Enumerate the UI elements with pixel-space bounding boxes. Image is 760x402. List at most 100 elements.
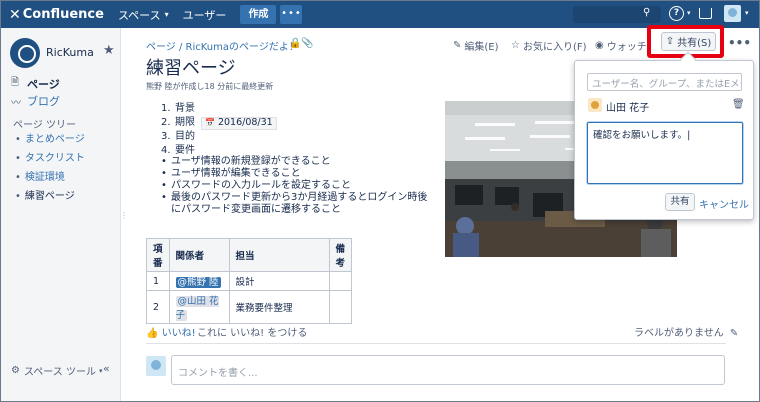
pencil-icon: ✎ — [453, 40, 462, 51]
table-cell: @熊野 陸 — [168, 271, 230, 291]
list-number: 1. — [161, 103, 171, 114]
confluence-logo[interactable]: ✕ Confluence — [9, 7, 104, 23]
favorite-label: お気に入り(F) — [522, 42, 587, 53]
trash-icon[interactable]: 🗑 — [732, 99, 745, 110]
edit-button[interactable]: ✎ 編集(E) — [453, 38, 499, 53]
sidebar-item-pages[interactable]: 🗎 ページ — [11, 75, 60, 92]
tree-item-current[interactable]: • 練習ページ — [15, 187, 75, 202]
tree-item[interactable]: • タスクリスト — [15, 149, 85, 164]
message-textarea[interactable]: 確認をお願いします。| — [587, 122, 743, 184]
calendar-icon: 📅 — [205, 118, 215, 127]
table-header: 関係者 — [168, 238, 230, 272]
bullet: • — [15, 153, 21, 164]
space-tools[interactable]: ⚙ スペース ツール ▾ — [11, 363, 102, 378]
list-item: パスワードの入力ルールを設定すること — [159, 180, 429, 192]
dialog-share-button[interactable]: 共有 — [665, 193, 695, 211]
labels-area[interactable]: ラベルがありません ✎ — [634, 324, 738, 339]
page-byline: 熊野 陸が作成し18 分前に最終更新 — [146, 82, 274, 91]
table-row: 1 @熊野 陸 設計 — [146, 271, 353, 291]
table-cell: @山田 花子 — [168, 290, 230, 324]
user-search-input[interactable]: ユーザー名、グループ、またはEメール — [587, 73, 742, 91]
table-cell: 2 — [146, 290, 170, 324]
list-number: 3. — [161, 131, 171, 142]
tree-item-label: 検証環境 — [24, 172, 65, 183]
message-text: 確認をお願いします。 — [593, 130, 688, 141]
tree-item-label: 練習ページ — [24, 191, 75, 202]
bullet-list: ユーザ情報の新規登録ができること ユーザ情報が編集できること パスワードの入力ル… — [159, 156, 429, 216]
list-item: 1. 背景 — [161, 102, 277, 116]
create-button[interactable]: 作成 — [240, 5, 277, 24]
chevron-down-icon: ▾ — [98, 366, 103, 375]
edit-label: 編集(E) — [464, 42, 499, 53]
date-lozenge[interactable]: 📅 2016/08/31 — [201, 116, 277, 130]
responsibility-table: 項番 関係者 担当 備考 1 @熊野 陸 設計 2 @山田 花子 業務要件整理 — [146, 238, 353, 324]
chevron-down-icon: ▾ — [745, 9, 749, 17]
tree-item-label: タスクリスト — [24, 153, 85, 164]
numbered-list: 1. 背景 2. 期限 📅 2016/08/31 3. 目的 4. 要件 — [161, 102, 277, 158]
spaces-menu[interactable]: スペース ▾ — [118, 7, 169, 23]
list-item: 最後のパスワード更新から3か月経過するとログイン時後にパスワード変更画面に遷移す… — [159, 192, 429, 216]
help-icon[interactable]: ? — [669, 6, 684, 21]
table-cell: 1 — [146, 271, 170, 291]
bullet: • — [15, 172, 21, 183]
space-logo[interactable] — [10, 38, 40, 68]
create-more-button[interactable]: ••• — [280, 5, 303, 24]
share-label: 共有(S) — [677, 38, 712, 49]
star-icon[interactable]: ★ — [103, 43, 115, 58]
like-button[interactable]: 👍 いいね! — [146, 324, 196, 339]
list-item: 2. 期限 📅 2016/08/31 — [161, 116, 277, 130]
more-actions-icon[interactable]: ••• — [728, 36, 751, 50]
like-hint: これに いいね! をつける — [197, 328, 308, 339]
watch-button[interactable]: ◉ ウォッチ中(W) — [595, 38, 649, 53]
tree-item[interactable]: • 検証環境 — [15, 168, 65, 183]
table-cell — [328, 271, 353, 291]
table-header: 備考 — [328, 238, 353, 272]
people-link[interactable]: ユーザー — [183, 7, 227, 23]
tree-item-label: まとめページ — [24, 134, 85, 145]
share-icon: ⇪ — [665, 36, 675, 47]
star-outline-icon: ☆ — [511, 40, 520, 51]
app-window: ✕ Confluence スペース ▾ ユーザー 作成 ••• ⚲ ? ▾ ▾ … — [0, 0, 760, 402]
user-mention[interactable]: @山田 花子 — [175, 296, 219, 321]
table-header: 項番 — [146, 238, 170, 272]
people-label: ユーザー — [182, 8, 227, 22]
lock-icon[interactable]: 🔒 — [289, 38, 301, 49]
comment-input[interactable]: コメントを書く... — [171, 355, 725, 385]
sidebar-resize-handle[interactable]: ⋮ — [120, 211, 128, 220]
bullet: • — [15, 134, 21, 145]
space-name[interactable]: RicKuma — [46, 46, 94, 59]
list-item: ユーザ情報が編集できること — [159, 168, 429, 180]
blog-icon: 〰 — [11, 97, 21, 109]
sidebar-item-label: ページ — [27, 77, 60, 91]
collapse-sidebar-icon[interactable]: « — [103, 362, 110, 375]
share-button[interactable]: ⇪ 共有(S) — [661, 32, 716, 51]
table-cell: 業務要件整理 — [228, 290, 330, 324]
labels-empty-text: ラベルがありません — [634, 328, 724, 339]
table-header: 担当 — [228, 238, 330, 272]
like-label: いいね! — [161, 328, 196, 339]
search-icon[interactable]: ⚲ — [643, 7, 650, 18]
spaces-label: スペース — [117, 8, 161, 22]
tree-item[interactable]: • まとめページ — [15, 130, 85, 145]
attachment-icon[interactable]: 📎 — [301, 38, 313, 49]
list-text: 背景 — [175, 103, 195, 114]
sidebar-item-blog[interactable]: 〰 ブログ — [11, 93, 60, 109]
user-mention[interactable]: @熊野 陸 — [175, 277, 221, 288]
chevron-down-icon: ▾ — [164, 10, 169, 19]
list-text: 期限 — [175, 117, 195, 128]
breadcrumb[interactable]: ページ / RicKumaのページだよ！ — [146, 38, 299, 53]
date-text: 2016/08/31 — [217, 117, 273, 128]
favorite-button[interactable]: ☆ お気に入り(F) — [511, 38, 587, 53]
table-cell — [328, 290, 353, 324]
bullet: • — [15, 191, 21, 202]
table-cell: 設計 — [228, 271, 330, 291]
user-avatar[interactable] — [724, 5, 741, 22]
confluence-logo-icon: ✕ — [9, 6, 21, 23]
page-title: 練習ページ — [146, 58, 236, 79]
sidebar-item-label: ブログ — [27, 95, 60, 108]
notifications-icon[interactable] — [699, 8, 712, 19]
watch-label: ウォッチ中(W) — [606, 42, 649, 53]
recipient-name: 山田 花子 — [606, 103, 650, 114]
recipient-avatar — [588, 98, 602, 112]
dialog-cancel-link[interactable]: キャンセル — [699, 196, 749, 211]
